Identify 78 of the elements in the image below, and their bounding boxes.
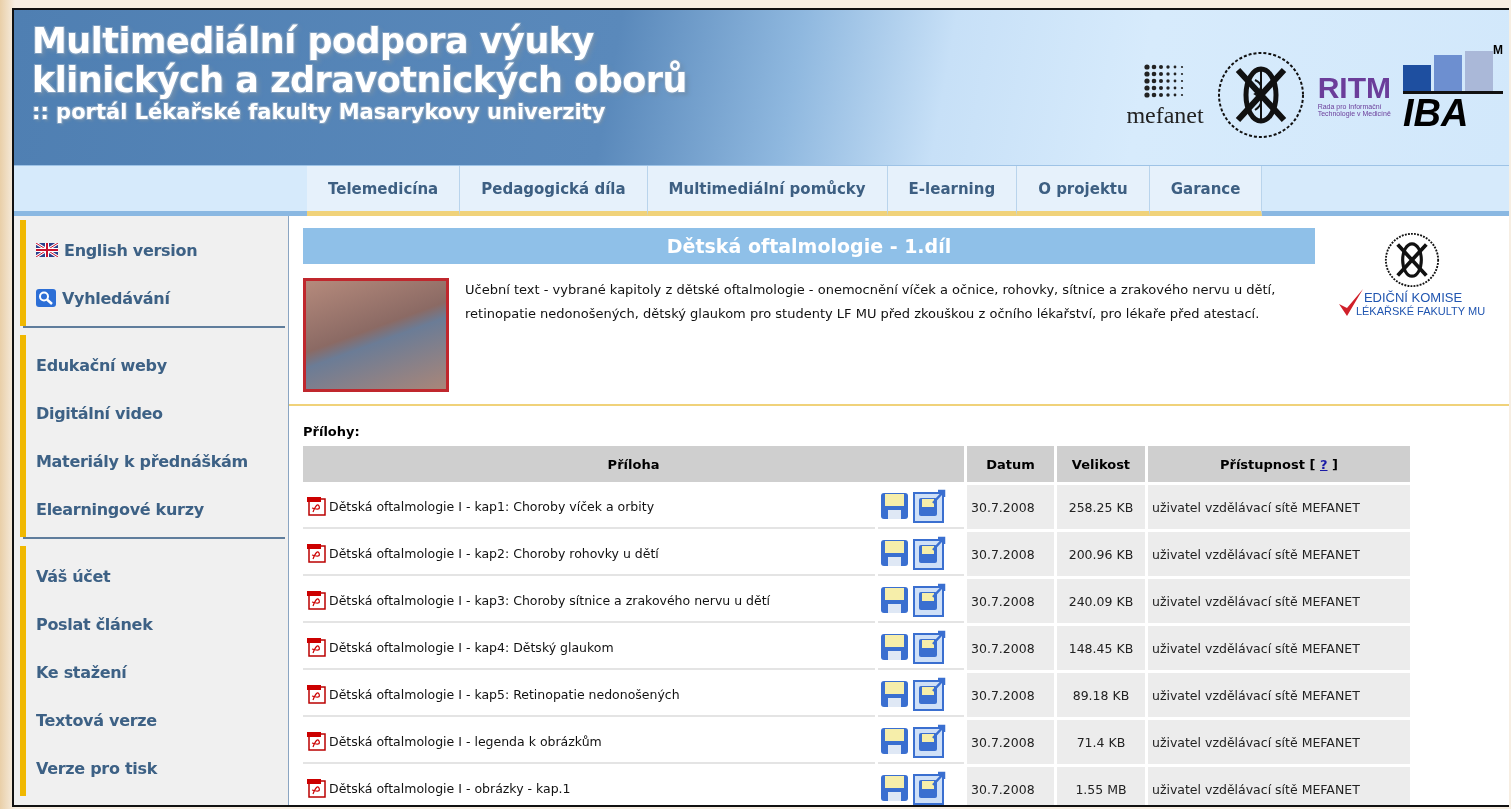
- sidebar-link[interactable]: Elearningové kurzy: [36, 485, 288, 533]
- sidebar-link[interactable]: Poslat článek: [36, 600, 288, 648]
- nav-tab[interactable]: E-learning: [887, 166, 1018, 216]
- site-title: klinických a zdravotnických oborů: [32, 61, 687, 100]
- nav-tab[interactable]: Pedagogická díla: [460, 166, 648, 216]
- date-cell: 30.7.2008: [967, 579, 1054, 623]
- sidebar-link[interactable]: Textová verze: [36, 696, 288, 744]
- pdf-file-icon: [307, 684, 327, 704]
- floppy-disk-export-icon[interactable]: [912, 630, 947, 664]
- floppy-disk-export-icon[interactable]: [912, 724, 947, 758]
- attachment-link[interactable]: Dětská oftalmologie I - kap2: Choroby rohovky u dětí: [329, 545, 659, 561]
- sidebar-link[interactable]: Vyhledávání: [36, 274, 288, 322]
- site-title: Multimediální podpora výuky: [32, 22, 594, 61]
- floppy-disk-export-icon[interactable]: [912, 583, 947, 617]
- article-title: Dětská oftalmologie - 1.díl: [303, 228, 1315, 264]
- access-cell: uživatel vzdělávací sítě MEFANET: [1147, 579, 1410, 623]
- nav-tab[interactable]: O projektu: [1017, 166, 1150, 216]
- article-description: Učební text - vybrané kapitoly z dětské oftalmologie - onemocnění víček a očnice, rohovky, sítnice a zrakového nervu u dětí, retinopatie nedonošených, dětský glaukom pro studenty LF MU před zkouškou z očního lékařství, pro lékaře před atestací.: [465, 281, 1277, 323]
- university-seal-icon: [1383, 232, 1440, 288]
- date-cell: 30.7.2008: [967, 767, 1054, 805]
- floppy-disk-export-icon[interactable]: [912, 536, 947, 570]
- size-cell: 148.45 KB: [1056, 626, 1145, 670]
- search-icon: [36, 289, 56, 307]
- date-cell: 30.7.2008: [967, 673, 1054, 717]
- access-cell: uživatel vzdělávací sítě MEFANET: [1147, 673, 1410, 717]
- floppy-disk-export-icon[interactable]: [912, 771, 947, 805]
- size-cell: 240.09 KB: [1056, 579, 1145, 623]
- size-cell: 258.25 KB: [1056, 485, 1145, 529]
- badge-title: EDIČNÍ KOMISE: [1363, 289, 1464, 305]
- sidebar-link[interactable]: English version: [36, 226, 288, 274]
- attachment-link[interactable]: Dětská oftalmologie I - kap1: Choroby víček a orbity: [329, 498, 655, 514]
- attachments-label: Přílohy:: [303, 424, 361, 439]
- university-seal-icon: [1215, 49, 1306, 140]
- pdf-file-icon: [307, 731, 327, 751]
- pdf-file-icon: [307, 778, 327, 798]
- column-header: Příloha: [303, 446, 965, 482]
- pdf-file-icon: [307, 543, 327, 563]
- sidebar-link[interactable]: Edukační weby: [36, 341, 288, 389]
- badge-subtitle: LÉKAŘSKÉ FAKULTY MU: [1355, 304, 1486, 317]
- nav-tab[interactable]: Garance: [1149, 166, 1263, 216]
- attachment-link[interactable]: Dětská oftalmologie I - legenda k obrázkům: [329, 733, 602, 749]
- flag-icon: [36, 243, 58, 257]
- date-cell: 30.7.2008: [967, 485, 1054, 529]
- column-header: Datum: [967, 446, 1054, 482]
- column-header: Přístupnost [ ? ]: [1147, 446, 1410, 482]
- pdf-file-icon: [307, 496, 327, 516]
- access-cell: uživatel vzdělávací sítě MEFANET: [1147, 485, 1410, 529]
- floppy-disk-export-icon[interactable]: [912, 489, 947, 523]
- pdf-file-icon: [307, 637, 327, 657]
- help-link[interactable]: ?: [1320, 456, 1328, 472]
- nav-tab[interactable]: Multimediální pomůcky: [647, 166, 888, 216]
- mefanet-logo[interactable]: mefanet: [1126, 62, 1204, 127]
- sidebar-link[interactable]: Digitální video: [36, 389, 288, 437]
- sidebar-link[interactable]: Váš účet: [36, 552, 288, 600]
- access-cell: uživatel vzdělávací sítě MEFANET: [1147, 532, 1410, 576]
- access-cell: uživatel vzdělávací sítě MEFANET: [1147, 720, 1410, 764]
- sidebar-link[interactable]: Verze pro tisk: [36, 744, 288, 792]
- size-cell: 200.96 KB: [1056, 532, 1145, 576]
- floppy-disk-export-icon[interactable]: [912, 677, 947, 711]
- attachment-link[interactable]: Dětská oftalmologie I - kap3: Choroby sítnice a zrakového nervu u dětí: [329, 592, 771, 608]
- size-cell: 89.18 KB: [1056, 673, 1145, 717]
- date-cell: 30.7.2008: [967, 720, 1054, 764]
- attachment-link[interactable]: Dětská oftalmologie I - kap5: Retinopatie nedonošených: [329, 686, 680, 702]
- size-cell: 71.4 KB: [1056, 720, 1145, 764]
- size-cell: 1.55 MB: [1056, 767, 1145, 805]
- access-cell: uživatel vzdělávací sítě MEFANET: [1147, 626, 1410, 670]
- date-cell: 30.7.2008: [967, 532, 1054, 576]
- nav-tab[interactable]: Telemedicína: [307, 166, 461, 216]
- sidebar-link[interactable]: Materiály k přednáškám: [36, 437, 288, 485]
- site-subtitle: :: portál Lékařské fakulty Masarykovy univerzity: [32, 100, 607, 124]
- access-cell: uživatel vzdělávací sítě MEFANET: [1147, 767, 1410, 805]
- attachment-link[interactable]: Dětská oftalmologie I - obrázky - kap.1: [329, 780, 571, 796]
- pdf-file-icon: [307, 590, 327, 610]
- sidebar-link[interactable]: Ke stažení: [36, 648, 288, 696]
- date-cell: 30.7.2008: [967, 626, 1054, 670]
- attachment-link[interactable]: Dětská oftalmologie I - kap4: Dětský glaukom: [329, 639, 614, 655]
- column-header: Velikost: [1056, 446, 1145, 482]
- iba-logo[interactable]: M IBA: [1403, 43, 1503, 132]
